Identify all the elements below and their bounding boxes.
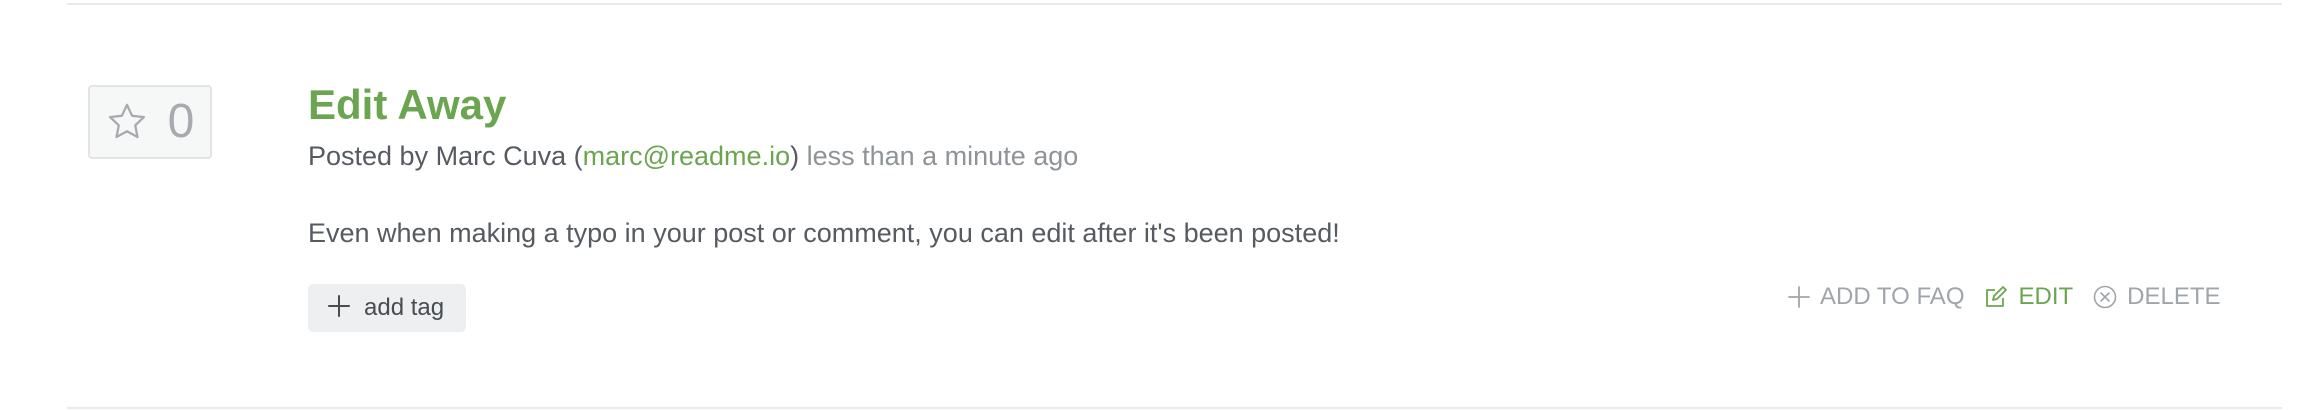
plus-icon xyxy=(328,294,350,322)
pencil-icon xyxy=(1984,285,2008,309)
add-to-faq-button[interactable]: ADD TO FAQ xyxy=(1788,283,1964,311)
post-meta: Posted by Marc Cuva (marc@readme.io) les… xyxy=(308,140,1078,172)
plus-icon xyxy=(1788,286,1810,308)
vote-button[interactable]: 0 xyxy=(88,85,212,159)
open-paren: ( xyxy=(566,141,583,171)
posted-by-label: Posted by xyxy=(308,141,436,171)
author-email-link[interactable]: marc@readme.io xyxy=(583,141,790,171)
author-name: Marc Cuva xyxy=(435,141,567,171)
vote-count: 0 xyxy=(167,95,195,148)
post-title[interactable]: Edit Away xyxy=(308,81,506,128)
top-divider xyxy=(67,3,2282,5)
delete-label: DELETE xyxy=(2127,283,2221,310)
bottom-divider xyxy=(67,407,2282,409)
post-actions: ADD TO FAQ EDIT DELETE xyxy=(1788,282,2221,312)
edit-button[interactable]: EDIT xyxy=(1984,283,2073,311)
add-tag-label: add tag xyxy=(364,294,445,321)
close-paren: ) xyxy=(790,141,800,171)
edit-label: EDIT xyxy=(2018,283,2074,310)
x-circle-icon xyxy=(2093,285,2117,309)
post-timestamp: less than a minute ago xyxy=(799,141,1079,171)
star-icon xyxy=(106,101,148,143)
delete-button[interactable]: DELETE xyxy=(2093,283,2221,311)
add-tag-button[interactable]: add tag xyxy=(308,284,466,332)
post-body: Even when making a typo in your post or … xyxy=(308,218,1340,248)
add-to-faq-label: ADD TO FAQ xyxy=(1820,283,1965,310)
